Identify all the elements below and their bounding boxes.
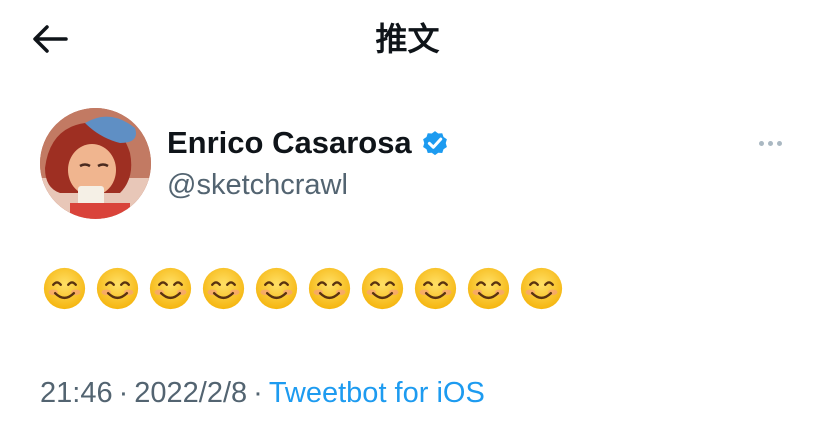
smiling-face-emoji (255, 267, 298, 310)
page-title: 推文 (375, 21, 440, 57)
avatar-image (40, 108, 151, 219)
tweet-meta: 21:46 · 2022/2/8 · Tweetbot for iOS (40, 374, 485, 412)
tweet-body (42, 266, 564, 311)
more-dot (758, 140, 764, 146)
more-dot (776, 140, 782, 146)
smiling-face-emoji (467, 267, 510, 310)
author-name-row: Enrico Casarosa (167, 120, 450, 166)
smiling-face-emoji (361, 267, 404, 310)
author-display-name[interactable]: Enrico Casarosa (167, 125, 412, 161)
more-dot (767, 140, 773, 146)
smiling-face-emoji (202, 267, 245, 310)
smiling-face-emoji (520, 267, 563, 310)
smiling-face-emoji (414, 267, 457, 310)
avatar[interactable] (40, 108, 151, 219)
tweet-date[interactable]: 2022/2/8 (134, 377, 247, 409)
smiling-face-emoji (96, 267, 139, 310)
more-options-button[interactable] (752, 134, 788, 152)
smiling-face-emoji (43, 267, 86, 310)
meta-separator: · (118, 377, 129, 409)
smiling-face-emoji (308, 267, 351, 310)
tweet-source-link[interactable]: Tweetbot for iOS (269, 377, 485, 409)
author-handle[interactable]: @sketchcrawl (167, 165, 348, 205)
tweet-time[interactable]: 21:46 (40, 377, 113, 409)
meta-separator: · (253, 377, 263, 409)
verified-badge-icon (422, 131, 447, 156)
smiling-face-emoji (149, 267, 192, 310)
